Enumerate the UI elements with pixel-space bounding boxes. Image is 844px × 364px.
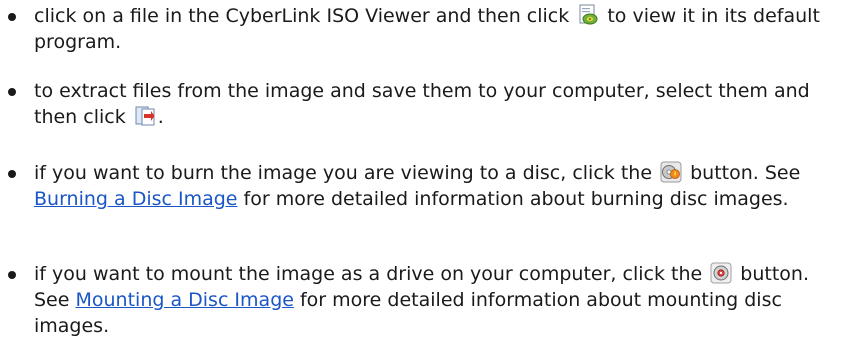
list-item-text-after: .	[157, 106, 164, 128]
burning-disc-image-link[interactable]: Burning a Disc Image	[34, 188, 238, 210]
list-item-mount: if you want to mount the image as a driv…	[0, 261, 834, 339]
open-file-icon[interactable]	[577, 4, 599, 26]
list-item-text-end: for more detailed information about burn…	[237, 188, 789, 210]
mount-disc-icon[interactable]	[710, 262, 732, 284]
list-item-text: click on a file in the CyberLink ISO Vie…	[34, 5, 570, 27]
list-item-text: if you want to burn the image you are vi…	[34, 162, 653, 184]
burn-disc-icon[interactable]	[660, 161, 682, 183]
list-item-extract: to extract files from the image and save…	[0, 78, 834, 130]
list-item-text-after: button. See	[684, 162, 801, 184]
list-item-text: if you want to mount the image as a driv…	[34, 263, 703, 285]
list-item-burn: if you want to burn the image you are vi…	[0, 160, 834, 212]
list-item-open-file: click on a file in the CyberLink ISO Vie…	[0, 3, 834, 55]
mounting-disc-image-link[interactable]: Mounting a Disc Image	[75, 289, 293, 311]
extract-icon[interactable]	[134, 105, 156, 127]
